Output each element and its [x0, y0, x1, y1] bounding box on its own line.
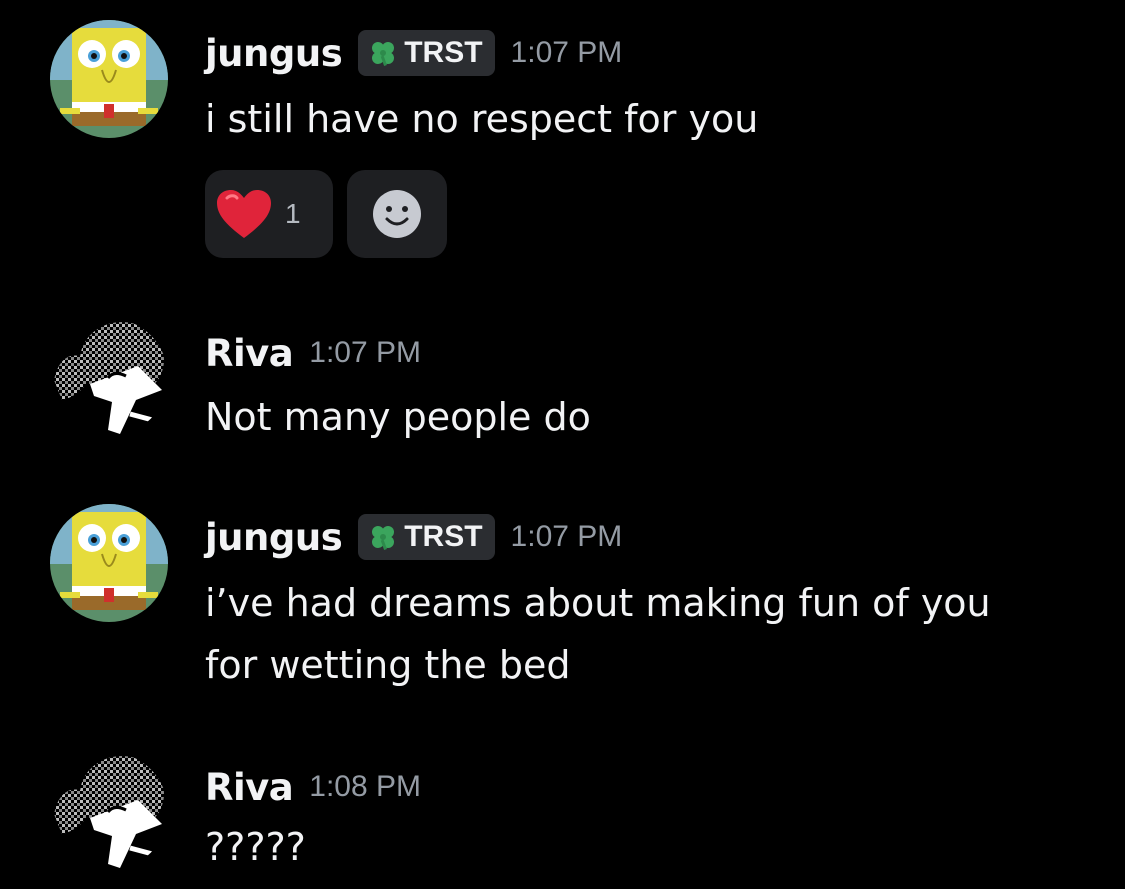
reaction-count: 1: [285, 198, 301, 229]
timestamp: 1:08 PM: [309, 770, 421, 803]
clover-icon: [372, 42, 395, 66]
avatar-riva[interactable]: [50, 752, 168, 870]
message-text: i still have no respect for you: [205, 88, 758, 150]
riva-avatar-icon: [54, 756, 164, 868]
message-line: ?????: [205, 825, 306, 869]
spongebob-avatar-icon: [50, 20, 168, 138]
message-text: i’ve had dreams about making fun of you …: [205, 572, 991, 696]
message-line: for wetting the bed: [205, 643, 571, 687]
timestamp: 1:07 PM: [510, 520, 623, 553]
server-tag[interactable]: TRST: [358, 514, 495, 560]
clover-icon: [372, 526, 395, 550]
smiley-icon: [373, 190, 421, 238]
message-header: Riva 1:08 PM: [205, 762, 421, 812]
message-text: Not many people do: [205, 386, 591, 448]
server-tag-label: TRST: [404, 36, 483, 69]
spongebob-avatar-icon: [50, 504, 168, 622]
username[interactable]: jungus: [205, 516, 343, 559]
message-line: i’ve had dreams about making fun of you: [205, 581, 991, 625]
avatar-jungus[interactable]: [50, 20, 168, 138]
reactions-bar: 1: [205, 170, 447, 258]
heart-icon: [217, 190, 271, 238]
message-header: Riva 1:07 PM: [205, 328, 421, 378]
timestamp: 1:07 PM: [309, 336, 421, 369]
username[interactable]: jungus: [205, 32, 343, 75]
server-tag[interactable]: TRST: [358, 30, 495, 76]
server-tag-label: TRST: [404, 520, 483, 553]
message-header: jungus TRST 1:07 PM: [205, 512, 622, 562]
add-reaction-button[interactable]: [347, 170, 447, 258]
username[interactable]: Riva: [205, 766, 294, 809]
avatar-riva[interactable]: [50, 318, 168, 436]
timestamp: 1:07 PM: [510, 36, 623, 69]
message-header: jungus TRST 1:07 PM: [205, 28, 622, 78]
reaction-heart-button[interactable]: 1: [205, 170, 333, 258]
username[interactable]: Riva: [205, 332, 294, 375]
message-line: Not many people do: [205, 395, 591, 439]
message-text: ?????: [205, 816, 306, 878]
riva-avatar-icon: [54, 322, 164, 434]
message-line: i still have no respect for you: [205, 97, 759, 141]
avatar-jungus[interactable]: [50, 504, 168, 622]
